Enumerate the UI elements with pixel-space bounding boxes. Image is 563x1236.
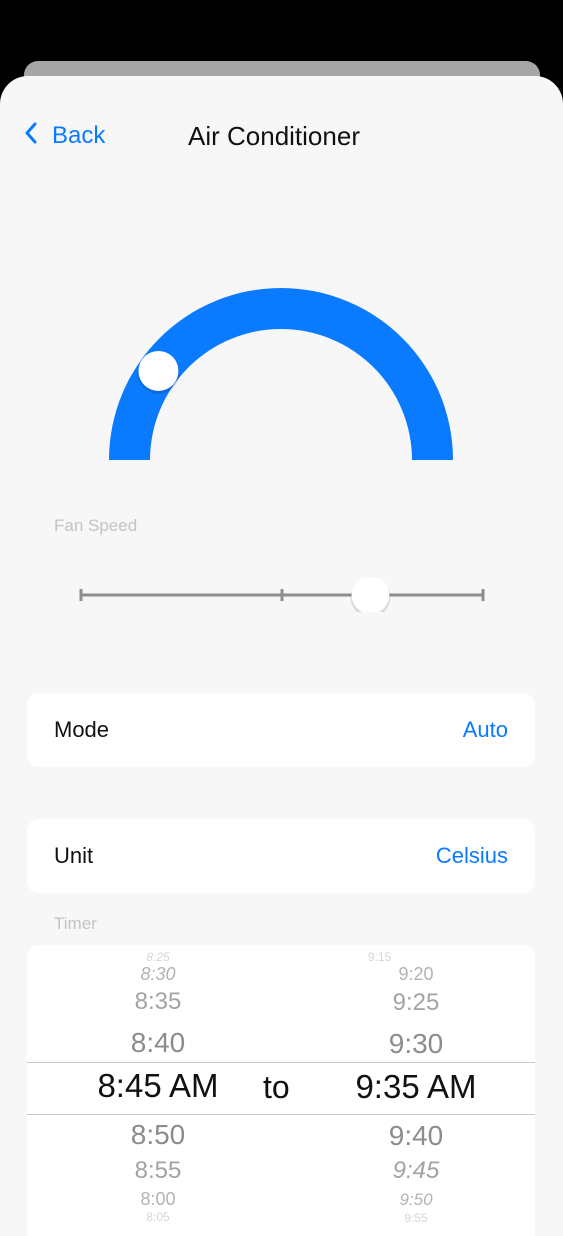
wheel-item[interactable]: 9:40 [316, 1120, 516, 1152]
unit-label: Unit [54, 843, 94, 868]
mode-label: Mode [54, 717, 110, 742]
wheel-item[interactable]: 9:20 [316, 964, 516, 985]
start-time-selected[interactable]: 8:45 AM [58, 1067, 258, 1105]
dial-knob[interactable] [137, 350, 180, 394]
wheel-item[interactable]: 9:45 [316, 1157, 516, 1185]
wheel-item[interactable]: 8:40 [58, 1027, 258, 1059]
unit-row[interactable]: Unit Celsius [27, 819, 535, 893]
timer-label: Timer [54, 914, 97, 933]
fan-speed-label: Fan Speed [54, 516, 138, 535]
mode-row[interactable]: Mode Auto [27, 693, 535, 767]
temperature-dial[interactable] [105, 284, 457, 464]
mode-value[interactable]: Auto [463, 693, 508, 767]
start-time-wheel[interactable]: 8:25 8:30 8:35 8:40 8:45 AM 8:50 8:55 8:… [58, 945, 258, 1236]
wheel-item[interactable]: 8:30 [58, 964, 258, 985]
timer-separator: to [263, 1069, 290, 1105]
wheel-item[interactable]: 9:25 [316, 989, 516, 1017]
fan-speed-slider[interactable] [78, 578, 486, 612]
timer-picker: 8:25 8:30 8:35 8:40 8:45 AM 8:50 8:55 8:… [27, 945, 535, 1236]
wheel-item[interactable]: 9:15 [316, 950, 516, 964]
wheel-item[interactable]: 9:55 [316, 1211, 516, 1225]
wheel-item[interactable]: 8:35 [58, 988, 258, 1016]
wheel-item[interactable]: 8:25 [58, 950, 258, 964]
modal-sheet: Back Air Conditioner Fan Speed Mode Auto… [0, 76, 563, 1236]
wheel-item[interactable]: 8:05 [58, 1210, 258, 1224]
slider-thumb[interactable] [350, 578, 391, 612]
page-title: Air Conditioner [188, 121, 360, 151]
wheel-item[interactable]: 8:50 [58, 1119, 258, 1151]
wheel-item[interactable]: 8:00 [58, 1189, 258, 1210]
wheel-item[interactable]: 9:50 [316, 1190, 516, 1210]
wheel-item[interactable]: 9:30 [316, 1028, 516, 1060]
wheel-item[interactable]: 8:55 [58, 1157, 258, 1185]
end-time-wheel[interactable]: 9:15 9:20 9:25 9:30 9:35 AM 9:40 9:45 9:… [316, 945, 516, 1236]
end-time-selected[interactable]: 9:35 AM [316, 1068, 516, 1106]
unit-value[interactable]: Celsius [436, 819, 508, 893]
navigation-bar: Back Air Conditioner [0, 76, 563, 194]
